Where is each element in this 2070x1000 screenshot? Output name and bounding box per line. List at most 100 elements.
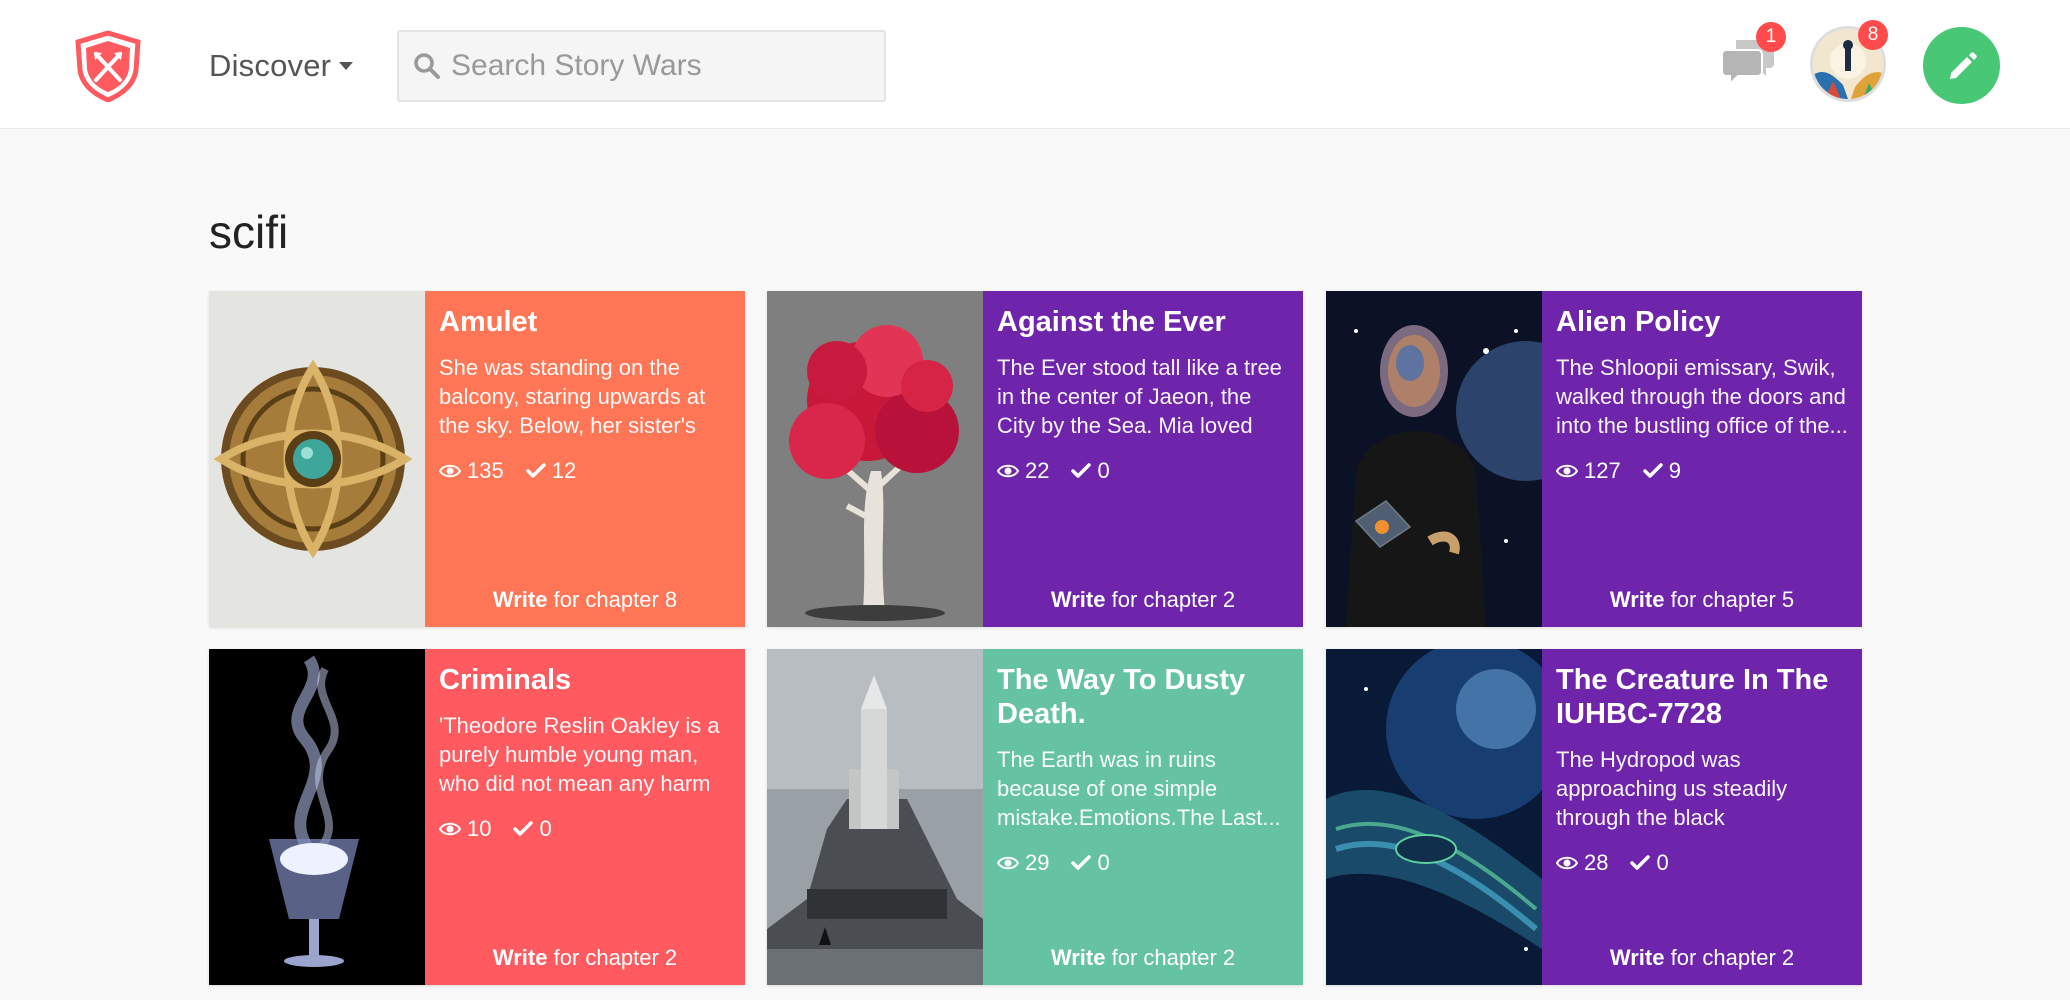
story-stats: 10 0 [439, 816, 731, 842]
write-chapter-link[interactable]: Write for chapter 8 [425, 587, 745, 613]
checkmark-icon [1630, 855, 1651, 870]
story-thumbnail [209, 649, 425, 985]
votes-stat: 0 [1630, 850, 1669, 876]
discover-dropdown[interactable]: Discover [209, 44, 354, 88]
write-chapter-link[interactable]: Write for chapter 2 [983, 587, 1303, 613]
story-excerpt: The Earth was in ruins because of one si… [997, 747, 1281, 830]
story-excerpt: She was standing on the balcony, staring… [439, 355, 706, 438]
story-stats: 135 12 [439, 458, 731, 484]
story-thumbnail [1326, 649, 1542, 985]
votes-count: 9 [1668, 458, 1681, 483]
story-thumbnail [209, 291, 425, 627]
views-count: 135 [467, 458, 504, 483]
write-label: Write [1609, 587, 1665, 612]
story-card[interactable]: The Way To Dusty Death. The Earth was in… [767, 649, 1303, 985]
chapter-label: for chapter 2 [1670, 945, 1795, 970]
notifications-badge: 8 [1858, 20, 1888, 50]
story-title[interactable]: The Way To Dusty Death. [997, 663, 1289, 731]
story-card[interactable]: Criminals 'Theodore Reslin Oakley is a p… [209, 649, 745, 985]
story-title[interactable]: Alien Policy [1556, 305, 1848, 339]
chapter-label: for chapter 5 [1670, 587, 1795, 612]
story-excerpt: 'Theodore Reslin Oakley is a purely humb… [439, 713, 720, 796]
messages-badge: 1 [1756, 22, 1786, 52]
top-nav: Discover 1 8 [0, 0, 2070, 129]
story-title[interactable]: The Creature In The IUHBC-7728 [1556, 663, 1848, 731]
compose-button[interactable] [1923, 27, 2000, 104]
story-excerpt: The Shloopii emissary, Swik, walked thro… [1556, 355, 1848, 438]
card-content: The Creature In The IUHBC-7728 The Hydro… [1542, 649, 1862, 985]
votes-count: 0 [1097, 850, 1110, 875]
card-content: The Way To Dusty Death. The Earth was in… [983, 649, 1303, 985]
checkmark-icon [513, 821, 534, 836]
pencil-icon [1949, 51, 1977, 79]
search-box [397, 30, 886, 102]
votes-count: 12 [551, 458, 577, 483]
story-thumbnail [1326, 291, 1542, 627]
views-stat: 10 [439, 816, 491, 842]
write-chapter-link[interactable]: Write for chapter 2 [983, 945, 1303, 971]
views-count: 29 [1025, 850, 1050, 875]
story-stats: 22 0 [997, 458, 1289, 484]
story-wars-logo[interactable] [72, 30, 144, 103]
search-input[interactable] [451, 49, 871, 83]
views-stat: 135 [439, 458, 504, 484]
votes-count: 0 [1097, 458, 1110, 483]
views-stat: 28 [1556, 850, 1608, 876]
eye-icon [439, 822, 461, 836]
chevron-down-icon [339, 62, 354, 70]
story-title[interactable]: Amulet [439, 305, 731, 339]
story-excerpt: The Ever stood tall like a tree in the c… [997, 355, 1282, 438]
write-chapter-link[interactable]: Write for chapter 5 [1542, 587, 1862, 613]
write-label: Write [1609, 945, 1665, 970]
eye-icon [997, 464, 1019, 478]
chapter-label: for chapter 8 [553, 587, 678, 612]
chapter-label: for chapter 2 [553, 945, 678, 970]
eye-icon [1556, 856, 1578, 870]
chapter-label: for chapter 2 [1111, 945, 1236, 970]
views-count: 10 [467, 816, 492, 841]
story-card[interactable]: Against the Ever The Ever stood tall lik… [767, 291, 1303, 627]
card-content: Amulet She was standing on the balcony, … [425, 291, 745, 627]
story-title[interactable]: Criminals [439, 663, 731, 697]
votes-stat: 9 [1642, 458, 1681, 484]
card-content: Against the Ever The Ever stood tall lik… [983, 291, 1303, 627]
page-title: scifi [209, 206, 289, 258]
write-chapter-link[interactable]: Write for chapter 2 [1542, 945, 1862, 971]
card-content: Criminals 'Theodore Reslin Oakley is a p… [425, 649, 745, 985]
eye-icon [1556, 464, 1578, 478]
messages-button[interactable]: 1 [1721, 22, 1786, 96]
votes-stat: 0 [1071, 458, 1110, 484]
views-stat: 127 [1556, 458, 1621, 484]
discover-label: Discover [209, 48, 332, 83]
chapter-label: for chapter 2 [1111, 587, 1236, 612]
votes-count: 0 [1656, 850, 1669, 875]
story-stats: 29 0 [997, 850, 1289, 876]
story-card[interactable]: Alien Policy The Shloopii emissary, Swik… [1326, 291, 1862, 627]
search-icon [414, 53, 440, 79]
story-card[interactable]: Amulet She was standing on the balcony, … [209, 291, 745, 627]
write-label: Write [1050, 945, 1106, 970]
checkmark-icon [525, 463, 546, 478]
views-stat: 22 [997, 458, 1049, 484]
story-thumbnail [767, 649, 983, 985]
votes-stat: 12 [525, 458, 577, 484]
votes-stat: 0 [513, 816, 552, 842]
checkmark-icon [1071, 855, 1092, 870]
checkmark-icon [1642, 463, 1663, 478]
shield-logo-icon [75, 30, 141, 103]
story-stats: 28 0 [1556, 850, 1848, 876]
eye-icon [997, 856, 1019, 870]
write-label: Write [492, 587, 548, 612]
eye-icon [439, 464, 461, 478]
story-stats: 127 9 [1556, 458, 1848, 484]
views-count: 22 [1025, 458, 1050, 483]
story-title[interactable]: Against the Ever [997, 305, 1289, 339]
write-label: Write [492, 945, 548, 970]
views-count: 28 [1584, 850, 1609, 875]
views-stat: 29 [997, 850, 1049, 876]
write-chapter-link[interactable]: Write for chapter 2 [425, 945, 745, 971]
user-menu[interactable]: 8 [1810, 20, 1888, 102]
checkmark-icon [1071, 463, 1092, 478]
card-content: Alien Policy The Shloopii emissary, Swik… [1542, 291, 1862, 627]
story-card[interactable]: The Creature In The IUHBC-7728 The Hydro… [1326, 649, 1862, 985]
